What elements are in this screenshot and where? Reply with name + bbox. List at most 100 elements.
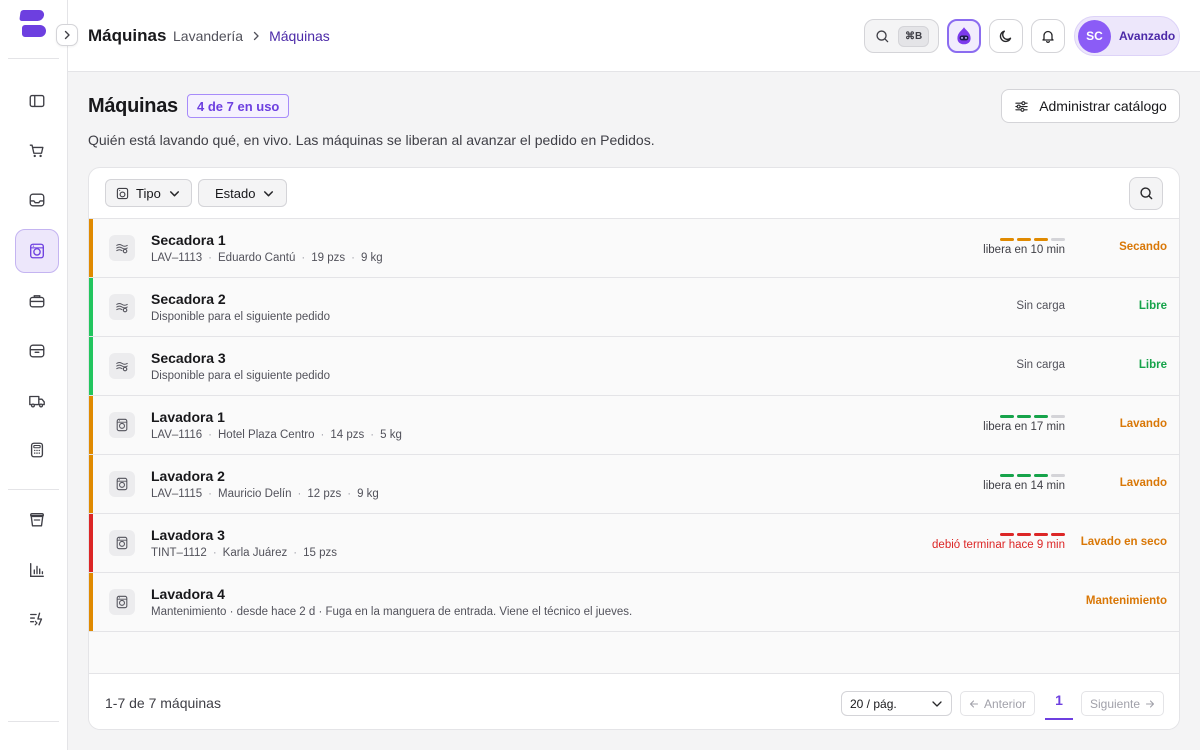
washer-icon: [116, 477, 128, 491]
sidebar-item-automation[interactable]: [15, 597, 59, 641]
machine-row[interactable]: Lavadora 4 Mantenimiento · desde hace 2 d…: [89, 573, 1179, 632]
status-stripe: [89, 278, 93, 336]
progress-segment: [1017, 533, 1031, 536]
progress-segment: [1051, 474, 1065, 477]
manage-catalog-button[interactable]: Administrar catálogo: [1001, 89, 1180, 123]
sidebar-item-supplies[interactable]: [15, 498, 59, 542]
dryer-icon: [116, 302, 128, 313]
assistant-bot-icon: [957, 27, 971, 45]
machine-name: Secadora 3: [151, 350, 226, 366]
meta-item: Mauricio Delín: [218, 488, 292, 500]
cart-icon: [29, 144, 44, 158]
machine-type-icon-box: [109, 589, 135, 615]
cycle-progress: [1000, 474, 1065, 477]
sidebar-item-briefcase[interactable]: [15, 279, 59, 323]
machine-row[interactable]: Lavadora 1 LAV‒1116 · Hotel Plaza Centro · 14…: [89, 396, 1179, 455]
sidebar-item-inbox[interactable]: [15, 178, 59, 222]
chevron-down-icon: [169, 190, 179, 196]
meta-separator: ·: [370, 429, 375, 441]
meta-separator: ·: [347, 488, 352, 500]
status-badge: Lavado en seco: [1080, 536, 1167, 548]
machine-row[interactable]: Secadora 1 LAV‒1113 · Eduardo Cantú · 19 pzs ·…: [89, 219, 1179, 278]
sidebar-item-machines[interactable]: [15, 229, 59, 273]
status-stripe: [89, 396, 93, 454]
chevron-down-icon: [264, 190, 274, 196]
meta-item: 12 pzs: [307, 488, 342, 500]
progress-segment: [1034, 415, 1048, 418]
sidebar-item-reports[interactable]: [15, 548, 59, 592]
meta-separator: ·: [208, 429, 212, 441]
sidebar-item-delivery[interactable]: [15, 379, 59, 423]
briefcase-icon: [29, 295, 45, 308]
progress-segment: [1000, 238, 1014, 241]
sidebar-divider: [8, 58, 59, 59]
previous-page-button[interactable]: Anterior: [960, 691, 1036, 716]
meta-item: 9 kg: [360, 252, 383, 264]
machine-row[interactable]: Lavadora 3 TINT‒1112 · Karla Juárez · 15 pzs d…: [89, 514, 1179, 573]
sidebar-item-calculator[interactable]: [15, 428, 59, 472]
status-stripe: [89, 514, 93, 572]
meta-separator: ·: [320, 429, 325, 441]
pagination-footer: 1-7 de 7 máquinas 20 / pág. Anterior 1 S…: [89, 673, 1179, 729]
progress-segment: [1034, 533, 1048, 536]
sidebar-item-cart[interactable]: [15, 129, 59, 173]
progress-segment: [1017, 474, 1031, 477]
meta-separator: ·: [208, 252, 212, 264]
status-stripe: [89, 455, 93, 513]
user-level: Avanzado: [1119, 29, 1176, 43]
assistant-button[interactable]: [947, 19, 981, 53]
dryer-icon: [116, 243, 128, 254]
user-menu[interactable]: SC Avanzado: [1074, 16, 1180, 56]
arrow-right-icon: [1145, 699, 1155, 708]
machine-row[interactable]: Secadora 2 Disponible para el siguiente p…: [89, 278, 1179, 337]
truck-icon: [29, 395, 45, 408]
breadcrumb-item-laundry[interactable]: Lavandería: [173, 28, 243, 44]
next-page-label: Siguiente: [1090, 696, 1141, 711]
breadcrumb-item-machines[interactable]: Máquinas: [269, 28, 330, 44]
status-stripe: [89, 219, 93, 277]
meta-item: Mantenimiento · desde hace 2 d · Fuga en…: [151, 606, 633, 618]
progress-segment: [1000, 415, 1014, 418]
sidebar-item-archive[interactable]: [15, 329, 59, 373]
next-page-button[interactable]: Siguiente: [1081, 691, 1165, 716]
sidebar-expand-button[interactable]: [56, 24, 78, 46]
archive-icon: [29, 344, 45, 358]
topbar: Máquinas Lavandería Máquinas ⌘B SC Avanz…: [68, 0, 1200, 72]
meta-item: LAV‒1115: [151, 488, 203, 500]
progress-segment: [1017, 415, 1031, 418]
page-number-current[interactable]: 1: [1045, 682, 1073, 720]
progress-segment: [1017, 238, 1031, 241]
chevron-right-icon: [64, 30, 70, 40]
status-filter-button[interactable]: Estado: [198, 179, 288, 207]
machine-meta: Disponible para el siguiente pedido: [151, 311, 330, 323]
brand-logo[interactable]: [19, 10, 48, 40]
chart-icon: [30, 563, 44, 577]
sidebar: [0, 0, 68, 750]
machine-meta: LAV‒1116 · Hotel Plaza Centro · 14 pzs · 5 kg: [151, 429, 402, 441]
progress-segment: [1051, 533, 1065, 536]
meta-separator: ·: [212, 547, 217, 559]
meta-item: Disponible para el siguiente pedido: [151, 370, 331, 382]
notifications-button[interactable]: [1031, 19, 1065, 53]
status-badge: Lavando: [1119, 418, 1167, 430]
theme-toggle-button[interactable]: [989, 19, 1023, 53]
page-size-select[interactable]: 20 / pág.: [841, 691, 952, 716]
inbox-icon: [29, 193, 45, 207]
meta-item: Disponible para el siguiente pedido: [151, 311, 331, 323]
machine-row[interactable]: Lavadora 2 LAV‒1115 · Mauricio Delín · 12 pzs…: [89, 455, 1179, 514]
meta-separator: ·: [301, 252, 306, 264]
meta-item: Hotel Plaza Centro: [218, 429, 315, 441]
command-search-button[interactable]: ⌘B: [864, 19, 939, 53]
status-badge: Mantenimiento: [1085, 595, 1167, 607]
meta-item: 9 kg: [357, 488, 379, 500]
sparkle-list-icon: [30, 612, 43, 626]
dryer-icon: [116, 361, 128, 372]
search-icon: [1139, 187, 1152, 200]
sidebar-item-layout[interactable]: [15, 79, 59, 123]
type-filter-button[interactable]: Tipo: [105, 179, 192, 207]
machine-row[interactable]: Secadora 3 Disponible para el siguiente p…: [89, 337, 1179, 396]
sidebar-divider: [8, 721, 59, 722]
list-search-button[interactable]: [1129, 177, 1163, 210]
machine-eta: libera en 10 min: [983, 244, 1065, 256]
machine-eta: debió terminar hace 9 min: [932, 539, 1065, 551]
